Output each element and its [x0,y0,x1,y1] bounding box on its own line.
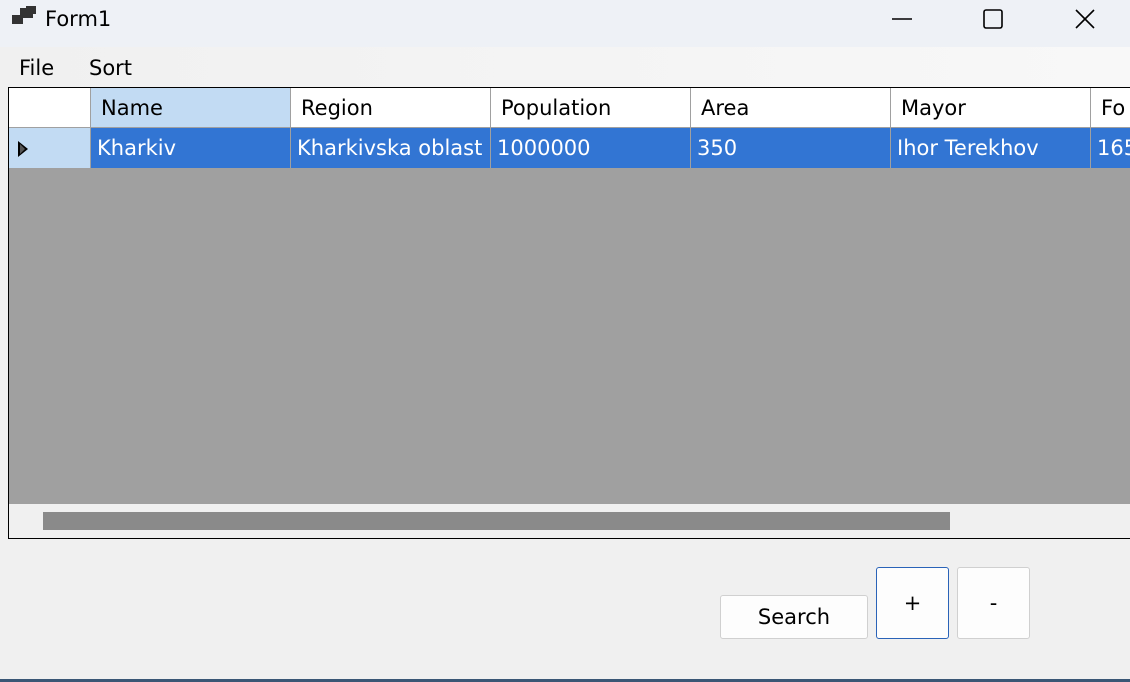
main-window: Form1 File Sort Name Region Population A… [0,0,1130,682]
menu-file[interactable]: File [19,55,54,81]
close-icon [1075,9,1095,29]
maximize-icon [983,9,1003,29]
app-icon [12,6,36,24]
close-button[interactable] [1062,0,1108,38]
add-button[interactable]: + [876,567,949,639]
cell-area[interactable]: 350 [691,128,891,169]
grid-corner-header[interactable] [9,88,91,128]
search-button[interactable]: Search [720,595,868,639]
column-header-region[interactable]: Region [291,88,491,128]
cell-partial[interactable]: 165 [1091,128,1130,169]
cell-population[interactable]: 1000000 [491,128,691,169]
title-bar[interactable]: Form1 [0,0,1130,47]
horizontal-scrollbar-thumb[interactable] [43,512,950,530]
cell-mayor[interactable]: Ihor Terekhov [891,128,1091,169]
horizontal-scrollbar[interactable] [9,504,1130,538]
menu-sort[interactable]: Sort [89,55,132,81]
column-header-mayor[interactable]: Mayor [891,88,1091,128]
column-header-partial[interactable]: Fo [1091,88,1130,128]
minimize-icon [892,18,912,20]
column-header-area[interactable]: Area [691,88,891,128]
menu-bar: File Sort [0,47,1130,87]
remove-button[interactable]: - [957,567,1030,639]
current-row-arrow-icon [18,141,28,157]
cell-name[interactable]: Kharkiv [91,128,291,169]
minimize-button[interactable] [879,0,925,38]
window-title: Form1 [45,7,112,31]
column-header-name[interactable]: Name [91,88,291,128]
column-header-population[interactable]: Population [491,88,691,128]
data-grid[interactable]: Name Region Population Area Mayor Fo Kha… [8,87,1130,539]
maximize-button[interactable] [970,0,1016,38]
cell-region[interactable]: Kharkivska oblast [291,128,491,169]
row-header[interactable] [9,128,91,169]
